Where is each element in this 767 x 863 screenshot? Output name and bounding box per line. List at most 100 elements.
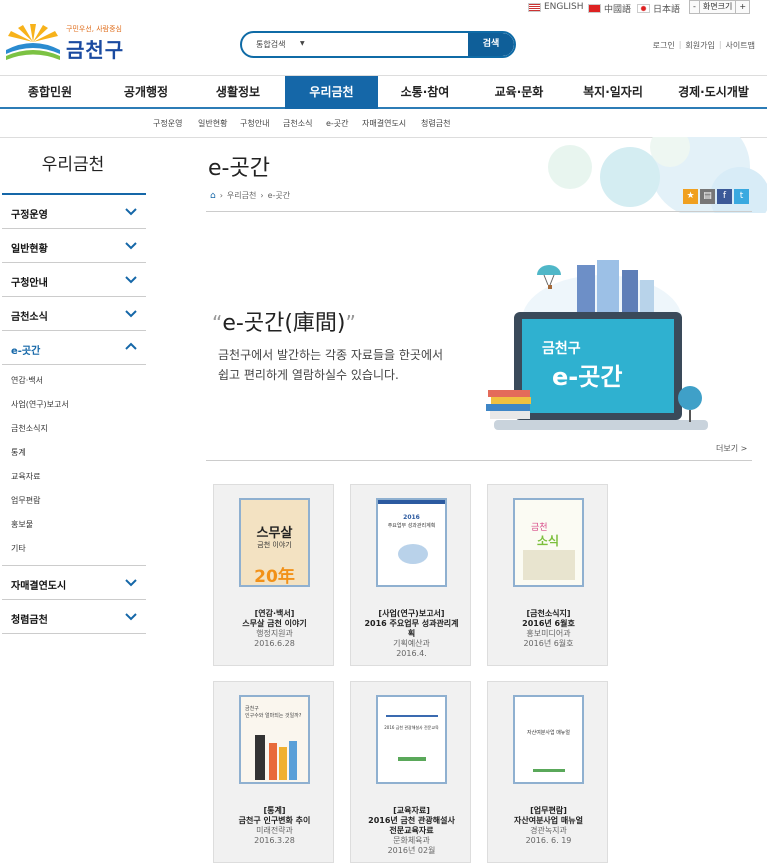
- print-icon[interactable]: ▤: [700, 189, 715, 204]
- publication-cover: 자산여분사업 매뉴얼: [513, 695, 584, 784]
- gnb-item-civil[interactable]: 종합민원: [0, 76, 100, 109]
- gnb-item-welfare[interactable]: 복지·일자리: [566, 76, 660, 109]
- subnav-item[interactable]: 금천소식: [283, 118, 312, 129]
- card-date: 2016.4.: [396, 649, 427, 658]
- chevron-down-icon[interactable]: ▼: [300, 40, 305, 47]
- sidebar-item-general-status[interactable]: 일반현황: [2, 229, 146, 263]
- card-title: 스무살 금천 이야기: [242, 619, 307, 628]
- home-icon[interactable]: ⌂: [210, 191, 216, 201]
- publication-cover: 금천구 인구수와 얼마되는 것일까?: [239, 695, 310, 784]
- lang-english-link[interactable]: ENGLISH: [528, 2, 584, 12]
- sidebar-item-e-gotgan[interactable]: e-곳간: [2, 331, 146, 365]
- cover-text: 금천 이야기: [257, 541, 292, 549]
- publication-cover: 스무살 금천 이야기 20年: [239, 498, 310, 587]
- card-title: 금천구 인구변화 추이: [238, 816, 311, 825]
- sidebar-subitem[interactable]: 홍보물: [2, 513, 146, 537]
- top-utility-bar: ENGLISH 中國語 日本語 - 화면크기 +: [0, 0, 767, 15]
- sitemap-link[interactable]: 사이트맵: [726, 40, 755, 51]
- chevron-down-icon: [125, 613, 137, 621]
- intro-desc-line2: 쉽고 편리하게 열람하실수 있습니다.: [218, 368, 399, 382]
- sidebar-subitem[interactable]: 사업(연구)보고서: [2, 393, 146, 417]
- cn-flag-icon: [588, 4, 601, 13]
- card-date: 2016.6.28: [254, 639, 295, 648]
- card-title-cont: 전문교육자료: [389, 826, 434, 835]
- cover-text: 금천구: [245, 706, 259, 712]
- divider: [206, 211, 752, 212]
- sidebar-subitem[interactable]: 연감·백서: [2, 369, 146, 393]
- site-logo[interactable]: 구민우선, 사람중심 금천구: [4, 22, 144, 62]
- gnb-item-participation[interactable]: 소통·참여: [378, 76, 472, 109]
- breadcrumb-item[interactable]: 우리금천: [227, 190, 256, 201]
- chevron-down-icon: [125, 276, 137, 284]
- sidebar-submenu: 연감·백서 사업(연구)보고서 금천소식지 통계 교육자료 업무편람 홍보물 기…: [2, 365, 146, 566]
- sidebar-item-label: 구정운영: [11, 210, 48, 221]
- breadcrumb-item: e-곳간: [267, 191, 291, 200]
- card-dept: 기획예산과: [393, 639, 430, 648]
- sidebar-subitem[interactable]: 금천소식지: [2, 417, 146, 441]
- zoom-in-button[interactable]: +: [736, 1, 749, 13]
- subnav-item[interactable]: 일반현황: [198, 118, 227, 129]
- subnav-item[interactable]: 구청안내: [240, 118, 269, 129]
- cover-text: 스무살: [256, 526, 293, 541]
- card-title: 2016 주요업무 성과관리계: [364, 619, 459, 628]
- sub-navigation: 구정운영 일반현황 구청안내 금천소식 e-곳간 자매결연도시 청렴금천: [0, 110, 767, 138]
- zoom-out-button[interactable]: -: [690, 1, 700, 13]
- divider: [206, 460, 752, 461]
- publication-card[interactable]: 자산여분사업 매뉴얼 [업무편람] 자산여분사업 매뉴얼 경관녹지과 2016.…: [487, 681, 608, 863]
- quote-open: “: [212, 311, 223, 335]
- chevron-down-icon: [125, 579, 137, 587]
- intro-heading: “e-곳간(庫間)”: [212, 305, 356, 337]
- sidebar-item-news[interactable]: 금천소식: [2, 297, 146, 331]
- publication-card[interactable]: 스무살 금천 이야기 20年 [연감·백서] 스무살 금천 이야기 행정지원과 …: [213, 484, 334, 666]
- lang-english-label: ENGLISH: [544, 2, 584, 12]
- publication-card[interactable]: 2016 주요업무 성과관리계획 [사업(연구)보고서] 2016 주요업무 성…: [350, 484, 471, 666]
- sidebar-item-integrity[interactable]: 청렴금천: [2, 600, 146, 634]
- sidebar-item-sister-cities[interactable]: 자매결연도시: [2, 566, 146, 600]
- lang-japanese-link[interactable]: 日本語: [637, 2, 680, 15]
- more-link[interactable]: 더보기 >: [716, 443, 747, 454]
- sidebar-menu: 구정운영 일반현황 구청안내 금천소식 e-곳간 연감·백서 사업(연구)보고서…: [2, 193, 146, 634]
- quote-close: ”: [345, 311, 356, 335]
- search-button[interactable]: 검색: [468, 33, 514, 56]
- chevron-up-icon: [125, 342, 137, 350]
- sidebar-subitem[interactable]: 통계: [2, 441, 146, 465]
- sidebar-item-label: 구청안내: [11, 278, 48, 289]
- card-category: [금천소식지]: [526, 609, 571, 618]
- gnb-item-economy[interactable]: 경제·도시개발: [660, 76, 767, 109]
- card-date: 2016. 6. 19: [525, 836, 572, 845]
- sidebar-item-label: 자매결연도시: [11, 581, 67, 592]
- sidebar-item-office-guide[interactable]: 구청안내: [2, 263, 146, 297]
- gnb-item-education[interactable]: 교육·문화: [472, 76, 566, 109]
- card-dept: 홍보미디어과: [526, 629, 571, 638]
- sidebar-item-gov-operation[interactable]: 구정운영: [2, 195, 146, 229]
- login-link[interactable]: 로그인: [653, 40, 675, 51]
- subnav-item[interactable]: e-곳간: [326, 118, 349, 129]
- sidebar-subitem[interactable]: 기타: [2, 537, 146, 561]
- card-dept: 문화체육과: [393, 836, 430, 845]
- card-title: 2016년 금천 관광해설사: [368, 816, 455, 825]
- star-icon[interactable]: ★: [683, 189, 698, 204]
- publication-card[interactable]: 2016 금천 관광해설사 전문교육 [교육자료] 2016년 금천 관광해설사…: [350, 681, 471, 863]
- search-scope-select[interactable]: 통합검색: [256, 39, 285, 50]
- screen-text-line1: 금천구: [542, 341, 581, 357]
- publication-card[interactable]: 금천 소식 [금천소식지] 2016년 6월호 홍보미디어과 2016년 6월호: [487, 484, 608, 666]
- facebook-icon[interactable]: f: [717, 189, 732, 204]
- gnb-item-life[interactable]: 생활정보: [192, 76, 284, 109]
- zoom-label: 화면크기: [700, 1, 737, 13]
- cover-text: 20年: [254, 567, 295, 587]
- gnb-item-admin[interactable]: 공개행정: [100, 76, 192, 109]
- subnav-item[interactable]: 구정운영: [153, 118, 182, 129]
- subnav-item[interactable]: 청렴금천: [421, 118, 450, 129]
- publication-card[interactable]: 금천구 인구수와 얼마되는 것일까? [통계] 금천구 인구변화 추이 미래전략…: [213, 681, 334, 863]
- sidebar-subitem[interactable]: 업무편람: [2, 489, 146, 513]
- gnb-item-our-geumcheon[interactable]: 우리금천: [285, 76, 378, 109]
- card-date: 2016년 6월호: [523, 639, 574, 648]
- screen-text-line2: e-곳간: [552, 363, 622, 391]
- twitter-icon[interactable]: t: [734, 189, 749, 204]
- subnav-item[interactable]: 자매결연도시: [362, 118, 406, 129]
- lang-chinese-link[interactable]: 中國語: [588, 2, 631, 15]
- sidebar-subitem[interactable]: 교육자료: [2, 465, 146, 489]
- intro-title: e-곳간(庫間): [222, 311, 346, 336]
- join-link[interactable]: 회원가입: [685, 40, 714, 51]
- cover-text: 소식: [537, 534, 560, 548]
